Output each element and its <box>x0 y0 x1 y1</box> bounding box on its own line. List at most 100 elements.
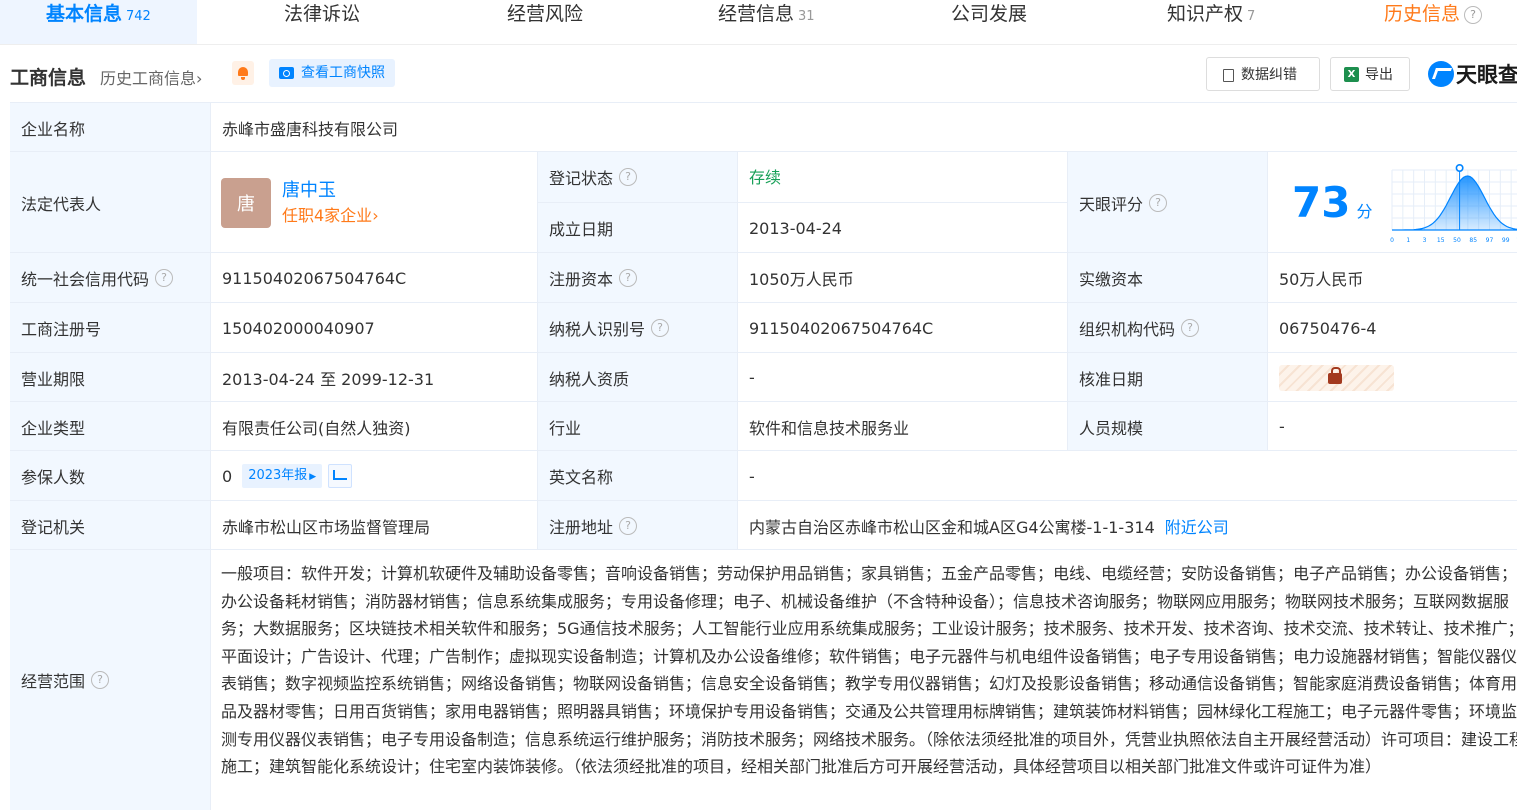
paid-capital: 50万人民币 <box>1268 253 1517 303</box>
score-cell[interactable]: 73 分 0131550859799100 <box>1268 152 1517 253</box>
tick-label: 1 <box>1407 237 1411 244</box>
tick-label: 85 <box>1470 237 1478 244</box>
label-staff: 人员规模 <box>1068 402 1268 451</box>
reg-no: 150402000040907 <box>211 303 538 353</box>
avatar[interactable]: 唐 <box>221 178 271 228</box>
label-company-type: 企业类型 <box>10 402 211 451</box>
label-taxpayer-qual: 纳税人资质 <box>538 353 738 402</box>
label-address: 注册地址? <box>538 501 738 550</box>
taxpayer-qual: - <box>738 353 1068 402</box>
bell-icon[interactable] <box>232 61 254 85</box>
english-name: - <box>738 451 1517 501</box>
tick-label: 3 <box>1423 237 1427 244</box>
label-taxpayer-id: 纳税人识别号? <box>538 303 738 353</box>
camera-icon <box>279 67 294 79</box>
label-paid-capital: 实缴资本 <box>1068 253 1268 303</box>
export-button[interactable]: X 导出 <box>1330 57 1410 91</box>
locked-field[interactable] <box>1279 365 1394 391</box>
history-link[interactable]: 历史工商信息› <box>100 65 202 89</box>
tab-basic-info[interactable]: 基本信息742 <box>0 0 197 44</box>
help-icon[interactable]: ? <box>1464 6 1482 24</box>
table-row: 经营范围? 一般项目：软件开发；计算机软硬件及辅助设备零售；音响设备销售；劳动保… <box>10 549 1517 810</box>
help-icon[interactable]: ? <box>619 269 637 287</box>
lock-icon <box>1328 373 1342 384</box>
nearby-companies-link[interactable]: 附近公司 <box>1165 514 1229 538</box>
tab-count: 7 <box>1247 9 1255 24</box>
edit-doc-icon <box>1223 69 1234 82</box>
section-title: 工商信息 <box>10 63 86 90</box>
company-name: 赤峰市盛唐科技有限公司 <box>211 103 1517 152</box>
tab-count: 742 <box>126 9 151 24</box>
taxpayer-id: 91150402067504764C <box>738 303 1068 353</box>
snapshot-button[interactable]: 查看工商快照 <box>269 59 395 87</box>
tick-label: 15 <box>1437 237 1445 244</box>
table-row: 参保人数 0 2023年报▶ 英文名称 - <box>10 450 1517 501</box>
trend-chart-icon[interactable] <box>328 464 352 488</box>
score-distribution-chart: 0131550859799100 <box>1388 160 1517 246</box>
score-curve <box>1392 176 1517 230</box>
table-row: 法定代表人 唐 唐中玉 任职4家企业› 登记状态? 存续 成立日期 2013-0… <box>10 151 1517 253</box>
tick-label: 97 <box>1486 237 1494 244</box>
company-type: 有限责任公司(自然人独资) <box>211 402 538 451</box>
tick-label: 99 <box>1502 237 1510 244</box>
tab-count: 31 <box>798 9 815 24</box>
tick-label: 50 <box>1454 237 1462 244</box>
reg-capital: 1050万人民币 <box>738 253 1068 303</box>
section-toolbar: 工商信息 历史工商信息› 查看工商快照 数据纠错 X 导出 天眼查 <box>0 45 1517 102</box>
table-row: 企业类型 有限责任公司(自然人独资) 行业 软件和信息技术服务业 人员规模 - <box>10 401 1517 451</box>
chevron-right-icon: › <box>372 206 378 225</box>
annual-report-badge[interactable]: 2023年报▶ <box>242 464 322 488</box>
label-reg-no: 工商注册号 <box>10 303 211 353</box>
help-icon[interactable]: ? <box>619 517 637 535</box>
label-founded: 成立日期 <box>538 202 738 253</box>
address: 内蒙古自治区赤峰市松山区金和城A区G4公寓楼-1-1-314 <box>749 514 1155 538</box>
score-unit: 分 <box>1356 198 1372 222</box>
table-row: 企业名称 赤峰市盛唐科技有限公司 <box>10 102 1517 152</box>
insured-count: 0 <box>222 467 232 486</box>
founded-date: 2013-04-24 <box>738 202 1068 253</box>
tab-business[interactable]: 经营信息31 <box>718 0 815 44</box>
table-row: 登记机关 赤峰市松山区市场监督管理局 注册地址? 内蒙古自治区赤峰市松山区金和城… <box>10 500 1517 550</box>
business-term: 2013-04-24 至 2099-12-31 <box>211 353 538 402</box>
help-icon[interactable]: ? <box>1181 319 1199 337</box>
legal-rep-positions-link[interactable]: 任职4家企业› <box>282 204 379 228</box>
tab-ip[interactable]: 知识产权7 <box>1167 0 1255 44</box>
label-industry: 行业 <box>538 402 738 451</box>
tab-development[interactable]: 公司发展 <box>951 0 1027 44</box>
label-approve-date: 核准日期 <box>1068 353 1268 402</box>
legal-rep-name[interactable]: 唐中玉 <box>282 178 379 204</box>
tab-risk[interactable]: 经营风险 <box>507 0 583 44</box>
caret-right-icon: ▶ <box>309 472 316 482</box>
insured-cell: 0 2023年报▶ <box>211 451 538 501</box>
table-row: 统一社会信用代码? 91150402067504764C 注册资本? 1050万… <box>10 252 1517 303</box>
label-authority: 登记机关 <box>10 501 211 550</box>
business-scope: 一般项目：软件开发；计算机软硬件及辅助设备零售；音响设备销售；劳动保护用品销售；… <box>221 550 1517 781</box>
label-org-code: 组织机构代码? <box>1068 303 1268 353</box>
tab-history[interactable]: 历史信息? <box>1384 0 1482 44</box>
label-credit-code: 统一社会信用代码? <box>10 253 211 303</box>
authority: 赤峰市松山区市场监督管理局 <box>211 501 538 550</box>
label-score: 天眼评分? <box>1068 152 1268 253</box>
label-english-name: 英文名称 <box>538 451 738 501</box>
help-icon[interactable]: ? <box>651 319 669 337</box>
help-icon[interactable]: ? <box>619 168 637 186</box>
tab-legal[interactable]: 法律诉讼 <box>284 0 360 44</box>
help-icon[interactable]: ? <box>91 671 109 689</box>
org-code: 06750476-4 <box>1268 303 1517 353</box>
address-cell: 内蒙古自治区赤峰市松山区金和城A区G4公寓楼-1-1-314 附近公司 <box>738 501 1517 550</box>
status-badge: 存续 <box>738 152 1068 202</box>
label-insured: 参保人数 <box>10 451 211 501</box>
label-reg-capital: 注册资本? <box>538 253 738 303</box>
label-company-name: 企业名称 <box>10 103 211 152</box>
industry: 软件和信息技术服务业 <box>738 402 1068 451</box>
score-value: 73 <box>1292 178 1350 227</box>
help-icon[interactable]: ? <box>155 269 173 287</box>
label-status: 登记状态? <box>538 152 738 202</box>
staff-size: - <box>1268 402 1517 451</box>
data-correction-button[interactable]: 数据纠错 <box>1206 57 1320 91</box>
help-icon[interactable]: ? <box>1149 194 1167 212</box>
chevron-right-icon: › <box>196 69 202 88</box>
approve-date-locked[interactable] <box>1268 353 1517 402</box>
excel-icon: X <box>1344 67 1359 82</box>
table-row: 工商注册号 150402000040907 纳税人识别号? 9115040206… <box>10 302 1517 353</box>
